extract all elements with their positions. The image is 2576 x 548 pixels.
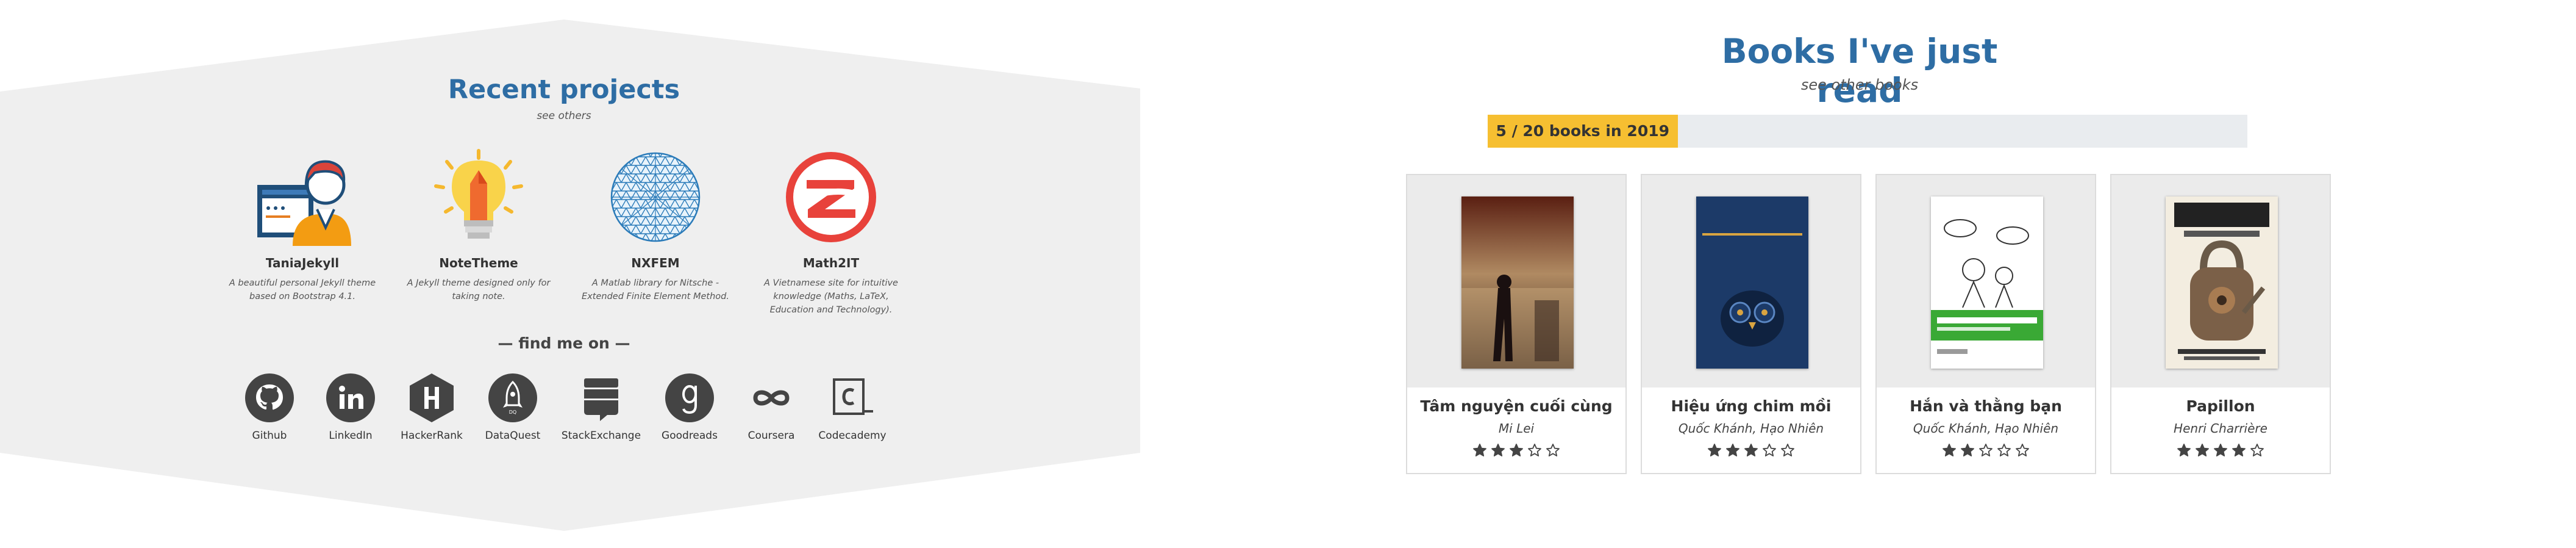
book-cover-area [2111, 175, 2330, 388]
star-empty-icon [1763, 444, 1776, 456]
star-filled-icon [2214, 444, 2227, 456]
star-filled-icon [1491, 444, 1505, 456]
linkedin-icon [325, 372, 376, 424]
book-rating [2111, 443, 2330, 460]
star-empty-icon [1979, 444, 1993, 456]
book-cover-area [1642, 175, 1860, 388]
social-link-dataquest[interactable]: DQ DataQuest [467, 372, 558, 442]
projects-section: Recent projects see others TaniaJekyll A… [0, 0, 1140, 548]
svg-text:DQ: DQ [509, 409, 516, 415]
see-other-books-link[interactable]: see other books [1707, 76, 2012, 93]
book-rating [1407, 443, 1625, 460]
star-filled-icon [1708, 444, 1721, 456]
social-label: LinkedIn [329, 430, 373, 442]
book-cover-image [1696, 196, 1808, 369]
star-filled-icon [1510, 444, 1523, 456]
projects-title: Recent projects [448, 74, 680, 105]
social-link-linkedin[interactable]: LinkedIn [305, 372, 396, 442]
lightbulb-icon [430, 148, 527, 246]
project-card[interactable]: TaniaJekyll A beautiful personal Jekyll … [211, 148, 394, 303]
book-card[interactable]: Tâm nguyện cuối cùng Mi Lei [1406, 174, 1627, 474]
book-cover-area [1407, 175, 1625, 388]
social-label: StackExchange [561, 430, 641, 442]
book-title: Tâm nguyện cuối cùng [1420, 397, 1613, 415]
book-card[interactable]: Papillon Henri Charrière [2110, 174, 2331, 474]
book-title: Papillon [2186, 397, 2255, 415]
star-filled-icon [1726, 444, 1739, 456]
star-filled-icon [1943, 444, 1956, 456]
book-author: Quốc Khánh, Hạo Nhiên [1678, 421, 1824, 436]
book-rating [1877, 443, 2095, 460]
book-cover-image [2166, 196, 2278, 369]
reading-progress-bar: 5 / 20 books in 2019 [1488, 115, 2247, 148]
see-others-link[interactable]: see others [0, 110, 1128, 122]
social-label: Goodreads [662, 430, 718, 442]
book-card[interactable]: Hiệu ứng chim mồi Quốc Khánh, Hạo Nhiên [1641, 174, 1861, 474]
social-link-coursera[interactable]: Coursera [726, 372, 817, 442]
book-rating [1642, 443, 1860, 460]
star-filled-icon [1744, 444, 1758, 456]
dataquest-icon: DQ [487, 372, 538, 424]
star-empty-icon [1546, 444, 1560, 456]
book-card[interactable]: Hắn và thằng bạn Quốc Khánh, Hạo Nhiên [1875, 174, 2096, 474]
math2it-logo-icon [782, 148, 880, 246]
social-label: Codecademy [818, 430, 887, 442]
star-filled-icon [2177, 444, 2191, 456]
book-cover-area [1877, 175, 2095, 388]
project-card[interactable]: NoteTheme A Jekyll theme designed only f… [387, 148, 570, 303]
project-description: A Vietnamese site for intuitive knowledg… [764, 278, 898, 315]
social-label: Coursera [747, 430, 795, 442]
developer-avatar-icon [254, 148, 351, 246]
mesh-sphere-icon [607, 148, 704, 246]
goodreads-icon [664, 372, 715, 424]
project-description: A Jekyll theme designed only for taking … [407, 278, 551, 301]
book-author: Quốc Khánh, Hạo Nhiên [1913, 421, 2059, 436]
star-empty-icon [2250, 444, 2264, 456]
book-cover-image [1461, 196, 1574, 369]
coursera-icon [746, 372, 797, 424]
social-label: DataQuest [485, 430, 541, 442]
star-filled-icon [1473, 444, 1486, 456]
find-me-heading: — find me on — [498, 334, 630, 352]
social-link-github[interactable]: Github [224, 372, 315, 442]
books-title: Books I've just read [1721, 32, 1998, 110]
social-label: HackerRank [401, 430, 463, 442]
project-card[interactable]: NXFEM A Matlab library for Nitsche - Ext… [564, 148, 747, 303]
star-empty-icon [1997, 444, 2011, 456]
social-link-hackerrank[interactable]: HackerRank [386, 372, 477, 442]
hackerrank-icon [406, 372, 457, 424]
star-empty-icon [1528, 444, 1541, 456]
book-author: Henri Charrière [2174, 421, 2267, 436]
project-card[interactable]: Math2IT A Vietnamese site for intuitive … [740, 148, 922, 317]
book-title: Hắn và thằng bạn [1910, 397, 2062, 415]
star-empty-icon [2016, 444, 2029, 456]
project-name: TaniaJekyll [265, 256, 340, 270]
star-filled-icon [1961, 444, 1974, 456]
social-link-goodreads[interactable]: Goodreads [644, 372, 735, 442]
star-filled-icon [2196, 444, 2209, 456]
star-empty-icon [1781, 444, 1794, 456]
reading-progress-fill: 5 / 20 books in 2019 [1488, 115, 1678, 148]
star-filled-icon [2232, 444, 2246, 456]
project-name: NoteTheme [439, 256, 518, 270]
book-cover-image [1931, 196, 2043, 369]
book-author: Mi Lei [1498, 421, 1535, 436]
social-label: Github [252, 430, 287, 442]
project-name: Math2IT [802, 256, 860, 270]
book-title: Hiệu ứng chim mồi [1671, 397, 1832, 415]
project-name: NXFEM [631, 256, 680, 270]
stackexchange-icon [576, 372, 627, 424]
social-link-stackexchange[interactable]: StackExchange [555, 372, 647, 442]
project-description: A beautiful personal Jekyll theme based … [229, 278, 376, 301]
social-link-codecademy[interactable]: Codecademy [807, 372, 898, 442]
codecademy-icon [827, 372, 878, 424]
github-icon [244, 372, 295, 424]
project-description: A Matlab library for Nitsche - Extended … [582, 278, 729, 301]
